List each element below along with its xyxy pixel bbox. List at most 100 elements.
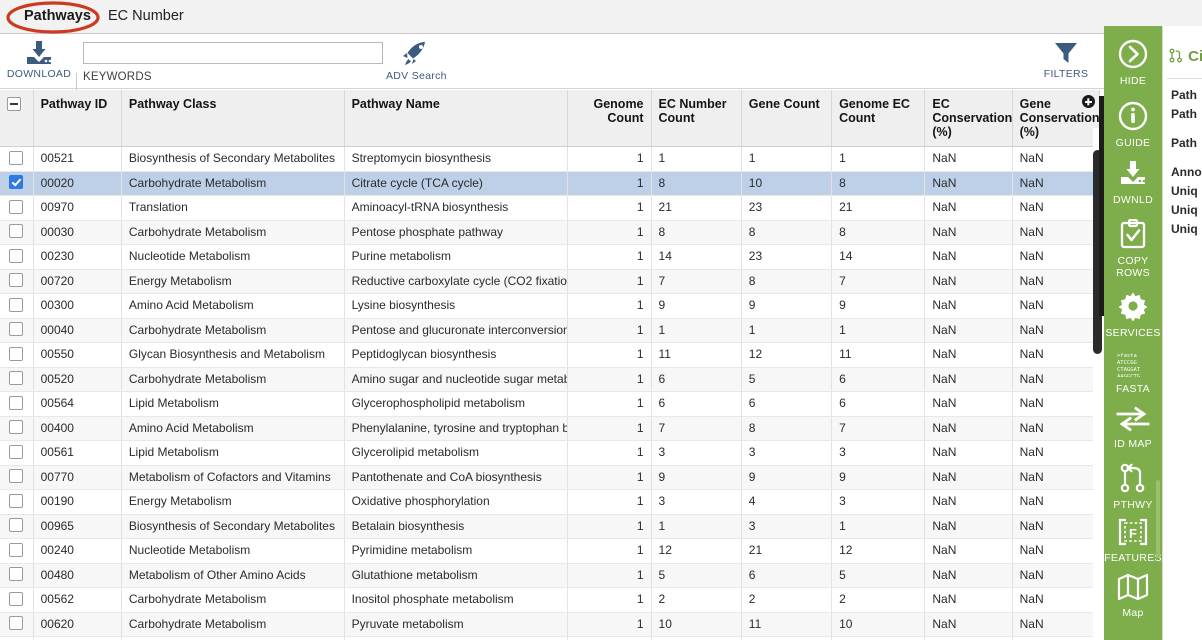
row-select-cell[interactable] (0, 612, 34, 637)
row-checkbox[interactable] (9, 371, 24, 386)
table-row[interactable]: 00040 Carbohydrate Metabolism Pentose and … (0, 318, 1100, 343)
row-checkbox[interactable] (9, 591, 24, 606)
table-row[interactable]: 00564 Lipid Metabolism Glycerophospholipid… (0, 391, 1100, 417)
column-header-ec-conservation[interactable]: EC Conservation (%) (924, 90, 1013, 147)
table-row[interactable]: 00300 Amino Acid Metabolism Lysine biosynt… (0, 293, 1100, 319)
row-checkbox[interactable] (9, 175, 24, 190)
row-checkbox[interactable] (9, 395, 24, 410)
row-select-cell[interactable] (0, 244, 34, 270)
table-row[interactable]: 00240 Nucleotide Metabolism Pyrimidine met… (0, 538, 1100, 564)
table-row[interactable]: 00561 Lipid Metabolism Glycerolipid metabo… (0, 440, 1100, 466)
rail-item-pthwy[interactable]: PTHWY (1104, 463, 1162, 511)
row-checkbox[interactable] (9, 297, 24, 312)
cell-pathway-id: 00020 (33, 171, 122, 196)
table-row[interactable]: 00550 Glycan Biosynthesis and Metabolism P… (0, 342, 1100, 368)
row-checkbox[interactable] (9, 420, 24, 435)
column-header-genome-ec-count[interactable]: Genome EC Count (831, 90, 926, 147)
rail-item-copy-rows[interactable]: COPY ROWS (1104, 218, 1162, 279)
column-header-genome-count[interactable]: Genome Count (567, 90, 652, 147)
row-select-cell[interactable] (0, 391, 34, 417)
row-select-cell[interactable] (0, 465, 34, 490)
rail-item-hide[interactable]: HIDE (1104, 39, 1162, 87)
cell-gene-conservation: NaN (1012, 416, 1100, 441)
table-row[interactable]: 00521 Biosynthesis of Secondary Metabolit… (0, 146, 1100, 172)
column-header-ec-number-count[interactable]: EC Number Count (651, 90, 742, 147)
row-checkbox[interactable] (9, 542, 24, 557)
filters-button[interactable]: FILTERS (1037, 40, 1095, 80)
column-header-gene-count[interactable]: Gene Count (741, 90, 833, 147)
row-select-cell[interactable] (0, 563, 34, 588)
chevron-right-circle-icon (1104, 39, 1162, 74)
table-row[interactable]: 00480 Metabolism of Other Amino Acids Glut… (0, 563, 1100, 588)
select-all-header[interactable] (0, 90, 34, 147)
row-checkbox[interactable] (9, 567, 24, 582)
select-all-checkbox[interactable] (7, 96, 21, 111)
cell-ec-conservation: NaN (924, 587, 1013, 613)
table-row[interactable]: 00030 Carbohydrate Metabolism Pentose phos… (0, 220, 1100, 245)
table-row[interactable]: 00190 Energy Metabolism Oxidative phosphor… (0, 489, 1100, 515)
table-row[interactable]: 00020 Carbohydrate Metabolism Citrate cycl… (0, 171, 1100, 196)
rail-item-map[interactable]: Map (1104, 573, 1162, 619)
row-select-cell[interactable] (0, 587, 34, 613)
row-select-cell[interactable] (0, 171, 34, 196)
cell-genome-count: 1 (567, 465, 652, 490)
download-button[interactable]: DOWNLOAD (4, 40, 74, 80)
row-select-cell[interactable] (0, 318, 34, 343)
rail-item-fasta[interactable]: >fasta ATCCGG CTAGGAT AAGGCTG FASTA (1104, 351, 1162, 395)
table-row[interactable]: 00520 Carbohydrate Metabolism Amino sugar … (0, 367, 1100, 392)
row-checkbox[interactable] (9, 493, 24, 508)
search-input[interactable] (83, 42, 383, 64)
row-checkbox[interactable] (9, 224, 24, 239)
column-header-pathway-name[interactable]: Pathway Name (344, 90, 569, 147)
row-checkbox[interactable] (9, 273, 24, 288)
rail-item-features[interactable]: F FEATURES (1104, 518, 1162, 564)
adv-search-button[interactable]: ADV Search (386, 40, 446, 82)
cell-genome-count: 1 (567, 440, 652, 466)
table-row[interactable]: 00620 Carbohydrate Metabolism Pyruvate met… (0, 612, 1100, 637)
row-select-cell[interactable] (0, 636, 34, 640)
row-select-cell[interactable] (0, 538, 34, 564)
column-header-pathway-class[interactable]: Pathway Class (121, 90, 345, 147)
cell-gene-conservation: NaN (1012, 636, 1100, 640)
rail-item-dwnld[interactable]: DWNLD (1104, 160, 1162, 206)
tab-pathways[interactable]: Pathways (10, 0, 105, 33)
row-checkbox[interactable] (9, 248, 24, 263)
row-checkbox[interactable] (9, 346, 24, 361)
column-header-pathway-id[interactable]: Pathway ID (33, 90, 122, 147)
table-row[interactable]: 00230 Nucleotide Metabolism Purine metabol… (0, 244, 1100, 270)
table-row[interactable]: 00965 Biosynthesis of Secondary Metabolit… (0, 514, 1100, 539)
tab-ec-number[interactable]: EC Number (94, 0, 198, 33)
row-select-cell[interactable] (0, 440, 34, 466)
row-select-cell[interactable] (0, 146, 34, 172)
row-checkbox[interactable] (9, 322, 24, 337)
rail-item-services[interactable]: SERVICES (1104, 291, 1162, 339)
row-checkbox[interactable] (9, 199, 24, 214)
row-select-cell[interactable] (0, 514, 34, 539)
table-row[interactable]: 00970 Translation Aminoacyl-tRNA biosynthe… (0, 195, 1100, 221)
close-icon[interactable] (1082, 95, 1095, 108)
column-header-gene-conservation[interactable]: Gene Conservation (%) (1012, 90, 1100, 147)
table-row[interactable]: 00720 Energy Metabolism Reductive carboxyl… (0, 269, 1100, 294)
row-select-cell[interactable] (0, 489, 34, 515)
row-select-cell[interactable] (0, 269, 34, 294)
rail-scrollbar[interactable] (1156, 480, 1160, 558)
row-select-cell[interactable] (0, 342, 34, 368)
table-row[interactable]: 00400 Amino Acid Metabolism Phenylalanine,… (0, 416, 1100, 441)
row-select-cell[interactable] (0, 416, 34, 441)
row-select-cell[interactable] (0, 220, 34, 245)
row-checkbox[interactable] (9, 469, 24, 484)
table-row[interactable]: 00562 Carbohydrate Metabolism Inositol pho… (0, 587, 1100, 613)
cell-genome-ec-count: 14 (831, 244, 926, 270)
row-checkbox[interactable] (9, 150, 24, 165)
row-select-cell[interactable] (0, 367, 34, 392)
rail-item-guide[interactable]: GUIDE (1104, 101, 1162, 149)
table-row[interactable]: 00540Glycan Biosynthesis and MetabolismL… (0, 636, 1100, 640)
rail-item-id-map[interactable]: ID MAP (1104, 406, 1162, 450)
row-checkbox[interactable] (9, 518, 24, 533)
row-checkbox[interactable] (9, 616, 24, 631)
cell-genome-ec-count: 9 (831, 293, 926, 319)
row-select-cell[interactable] (0, 293, 34, 319)
row-select-cell[interactable] (0, 195, 34, 221)
table-row[interactable]: 00770 Metabolism of Cofactors and Vitamin… (0, 465, 1100, 490)
row-checkbox[interactable] (9, 444, 24, 459)
